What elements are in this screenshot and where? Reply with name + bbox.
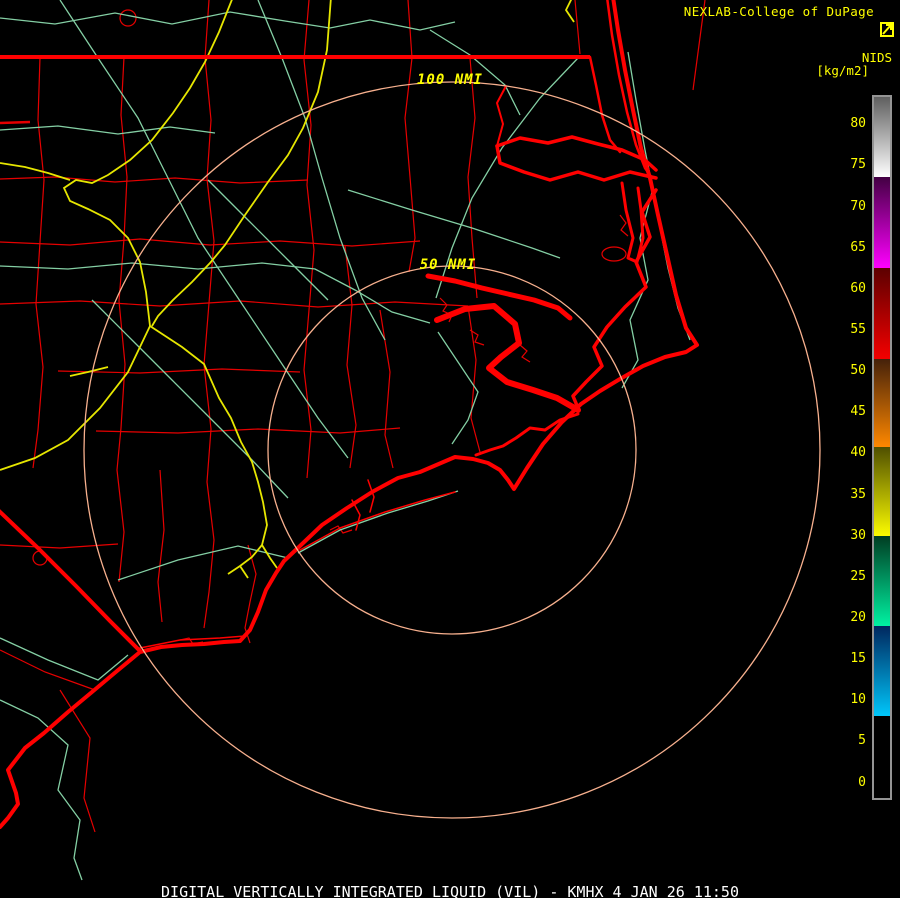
colorbar-segment xyxy=(874,535,890,627)
colorbar-segment xyxy=(874,446,890,536)
colorbar-segment xyxy=(874,97,890,177)
coastline xyxy=(0,0,699,829)
colorbar-tick-label: 20 xyxy=(850,609,866,625)
colorbar-segment xyxy=(874,176,890,269)
colorbar-tick-label: 5 xyxy=(858,733,866,749)
colorbar-tick-label: 60 xyxy=(850,280,866,296)
colorbar-tick-label: 55 xyxy=(850,322,866,338)
colorbar xyxy=(872,95,892,800)
colorbar-tick-label: 70 xyxy=(850,198,866,214)
road-lines xyxy=(0,0,691,881)
range-ring-100nmi xyxy=(83,81,821,819)
range-rings xyxy=(83,81,821,819)
radar-display: 100 NMI 50 NMI NEXLAB-College of DuPage … xyxy=(0,0,900,900)
colorbar-tick-label: 30 xyxy=(850,527,866,543)
colorbar-tick-label: 35 xyxy=(850,486,866,502)
colorbar-segment xyxy=(874,268,890,359)
county-boundaries xyxy=(0,0,706,833)
colorbar-tick-label: 45 xyxy=(850,404,866,420)
colorbar-tick-label: 65 xyxy=(850,239,866,255)
colorbar-tick-label: 80 xyxy=(850,116,866,132)
range-ring-100nmi-label: 100 NMI xyxy=(417,72,483,88)
colorbar-segment xyxy=(874,358,890,447)
colorbar-tick-label: 10 xyxy=(850,692,866,708)
colorbar-tick-label: 25 xyxy=(850,568,866,584)
colorbar-tick-label: 50 xyxy=(850,363,866,379)
range-ring-50nmi-label: 50 NMI xyxy=(420,257,477,273)
colorbar-tick-label: 0 xyxy=(858,774,866,790)
colorbar-tick-label: 75 xyxy=(850,157,866,173)
range-ring-50nmi xyxy=(267,265,637,635)
colorbar-tick-label: 40 xyxy=(850,445,866,461)
colorbar-segment xyxy=(874,715,890,798)
colorbar-segment xyxy=(874,626,890,716)
units-label: [kg/m2] xyxy=(816,63,869,78)
radar-map: 100 NMI 50 NMI xyxy=(0,0,821,881)
colorbar-tick-label: 15 xyxy=(850,651,866,667)
